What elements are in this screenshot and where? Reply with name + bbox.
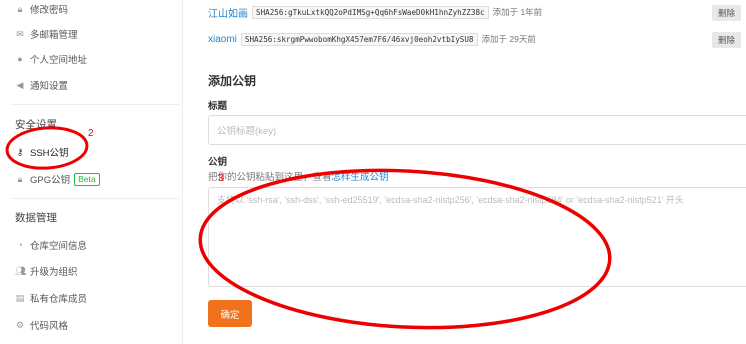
speaker-icon: ◀	[16, 80, 24, 90]
key-icon: ⚷	[16, 147, 24, 157]
sidebar-item-change-password[interactable]: 🔒︎ 修改密码	[15, 1, 68, 17]
annotation-number: 2	[88, 128, 94, 139]
sidebar-item-ssh-keys[interactable]: ⚷ SSH公钥	[15, 144, 69, 160]
users-icon: 👥︎	[15, 266, 27, 276]
settings-page: 🔒︎ 修改密码 ✉ 多邮箱管理 ● 个人空间地址 ◀ 通知设置 安全设置 ⚷ SSH公钥 …	[0, 0, 746, 344]
key-hint: 把你的公钥粘贴到这里，查看怎样生成公钥	[208, 172, 389, 183]
key-label: 公钥	[208, 157, 228, 168]
key-name: xiaomi	[208, 33, 237, 45]
title-label: 标题	[208, 101, 228, 112]
annotation-number: 3	[218, 173, 224, 184]
add-key-heading: 添加公钥	[208, 74, 257, 88]
security-heading: 安全设置	[15, 119, 57, 131]
key-fingerprint: SHA256:gTkuLxtkQQ2oPdIMSg+Qq6hFsWaeD0kH1…	[252, 5, 489, 19]
key-fingerprint: SHA256:skrgmPwwobomKhgX457em7F6/46xvj0eo…	[240, 32, 478, 46]
sidebar: 🔒︎ 修改密码 ✉ 多邮箱管理 ● 个人空间地址 ◀ 通知设置 安全设置 ⚷ SSH公钥 …	[0, 0, 183, 344]
list-icon: ▤	[15, 293, 25, 303]
beta-badge: Beta	[74, 172, 100, 186]
key-added-time: 添加于 29天前	[481, 34, 536, 44]
sidebar-item-upgrade-org[interactable]: 👥︎ 升级为组织	[15, 263, 78, 279]
delete-key-button[interactable]: 删除	[712, 5, 742, 21]
ssh-key-row: 江山如画 SHA256:gTkuLxtkQQ2oPdIMSg+Qq6hFsWae…	[208, 4, 542, 20]
sidebar-item-repo-space[interactable]: ◔ 仓库空间信息	[15, 237, 87, 253]
sidebar-item-emails[interactable]: ✉ 多邮箱管理	[15, 26, 77, 42]
key-name: 江山如画	[208, 8, 248, 20]
how-to-generate-link[interactable]: 怎样生成公钥	[332, 172, 389, 183]
lock-icon: 🔒︎	[17, 4, 23, 14]
divider	[10, 104, 180, 105]
key-title-input[interactable]: 公钥标题(key)	[208, 115, 746, 145]
ssh-key-row: xiaomi SHA256:skrgmPwwobomKhgX457em7F6/4…	[208, 31, 536, 47]
sidebar-item-code-style[interactable]: ⚙ 代码风格	[15, 317, 68, 333]
sidebar-item-gpg-keys[interactable]: 🔒︎ GPG公钥 Beta	[15, 171, 100, 187]
data-heading: 数据管理	[15, 212, 57, 224]
lock-icon: 🔒︎	[17, 174, 23, 184]
pie-icon: ◔	[17, 240, 23, 250]
sidebar-item-notifications[interactable]: ◀ 通知设置	[15, 77, 68, 93]
mail-icon: ✉	[16, 29, 24, 39]
sidebar-item-space-address[interactable]: ● 个人空间地址	[15, 51, 87, 67]
key-added-time: 添加于 1年前	[492, 7, 543, 17]
gear-icon: ⚙	[15, 320, 25, 330]
divider	[10, 198, 180, 199]
submit-button[interactable]: 确定	[208, 300, 252, 327]
key-content-textarea[interactable]: 支持以 'ssh-rsa', 'ssh-dss', 'ssh-ed25519',…	[208, 187, 746, 287]
delete-key-button[interactable]: 删除	[712, 32, 742, 48]
sidebar-item-private-members[interactable]: ▤ 私有仓库成员	[15, 290, 87, 306]
location-icon: ●	[17, 54, 23, 64]
